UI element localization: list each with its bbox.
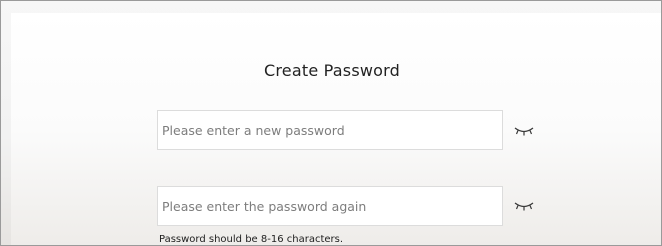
eye-closed-icon[interactable]	[514, 125, 534, 137]
eye-closed-icon[interactable]	[514, 200, 534, 212]
confirm-password-field[interactable]	[157, 186, 503, 226]
confirm-password-input[interactable]	[161, 187, 500, 225]
page-title: Create Password	[264, 61, 400, 80]
new-password-field[interactable]	[157, 110, 503, 150]
new-password-input[interactable]	[161, 111, 500, 149]
password-length-hint: Password should be 8-16 characters.	[159, 234, 344, 245]
app-window: Create Password Password should be 8-16 …	[0, 0, 662, 246]
